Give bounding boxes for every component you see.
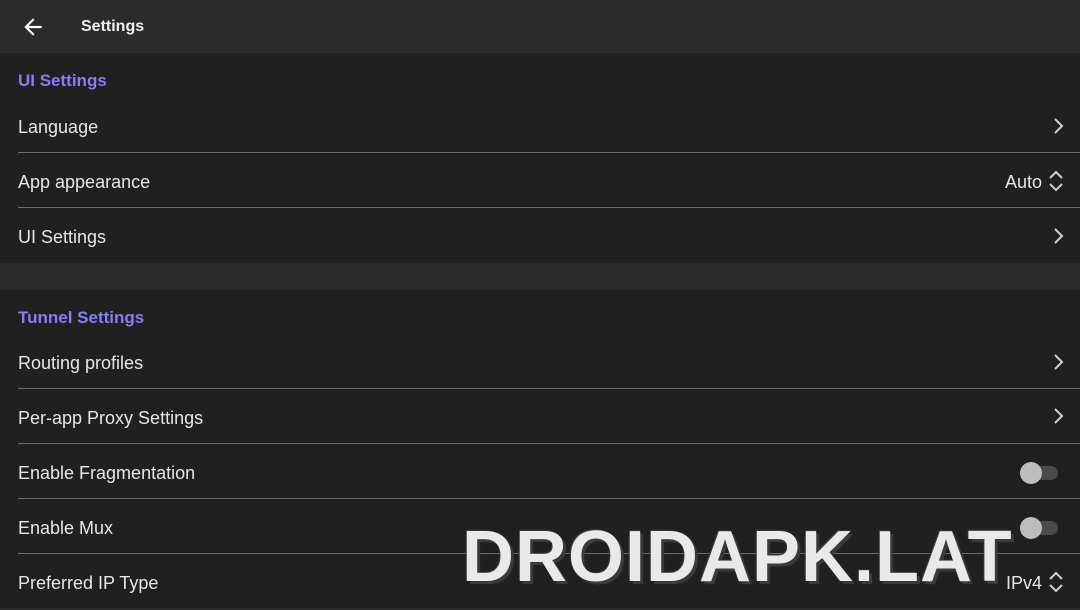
ui-settings-row[interactable]: UI Settings — [0, 209, 1080, 264]
unfold-icon — [1049, 170, 1063, 192]
mux-toggle[interactable] — [1020, 516, 1058, 539]
divider — [18, 498, 1080, 499]
enable-mux-row[interactable]: Enable Mux — [0, 500, 1080, 555]
chevron-right-icon — [1054, 118, 1064, 134]
enable-mux-label: Enable Mux — [18, 518, 114, 538]
tunnel-settings-section: Tunnel Settings Routing profiles Per-app… — [0, 290, 1080, 608]
chevron-right-icon — [1054, 408, 1064, 424]
app-appearance-row[interactable]: App appearance Auto — [0, 154, 1080, 209]
divider — [18, 553, 1080, 554]
chevron-right-icon — [1054, 228, 1064, 244]
section-title-ui-settings: UI Settings — [18, 71, 107, 90]
per-app-proxy-row[interactable]: Per-app Proxy Settings — [0, 390, 1080, 445]
language-label: Language — [18, 117, 99, 137]
ui-settings-label: UI Settings — [18, 227, 107, 247]
unfold-icon — [1049, 571, 1063, 593]
preferred-ip-type-value: IPv4 — [1005, 573, 1042, 593]
fragmentation-toggle[interactable] — [1020, 461, 1058, 484]
preferred-ip-type-row[interactable]: Preferred IP Type IPv4 — [0, 555, 1080, 610]
divider — [18, 443, 1080, 444]
top-app-bar: Settings — [0, 0, 1080, 53]
ui-settings-section: UI Settings Language App appearance Auto… — [0, 53, 1080, 263]
toggle-knob — [1020, 517, 1042, 539]
section-title-tunnel-settings: Tunnel Settings — [18, 308, 145, 327]
app-appearance-label: App appearance — [18, 172, 151, 192]
divider — [18, 207, 1080, 208]
chevron-right-icon — [1054, 354, 1064, 370]
language-row[interactable]: Language — [0, 99, 1080, 154]
divider — [18, 152, 1080, 153]
enable-fragmentation-label: Enable Fragmentation — [18, 463, 196, 483]
per-app-proxy-label: Per-app Proxy Settings — [18, 408, 204, 428]
divider — [18, 388, 1080, 389]
page-title: Settings — [81, 18, 145, 35]
arrow-left-icon[interactable] — [20, 14, 46, 40]
toggle-knob — [1020, 462, 1042, 484]
routing-profiles-label: Routing profiles — [18, 353, 144, 373]
routing-profiles-row[interactable]: Routing profiles — [0, 336, 1080, 391]
preferred-ip-type-label: Preferred IP Type — [18, 573, 159, 593]
app-appearance-value: Auto — [1004, 172, 1042, 192]
enable-fragmentation-row[interactable]: Enable Fragmentation — [0, 445, 1080, 500]
